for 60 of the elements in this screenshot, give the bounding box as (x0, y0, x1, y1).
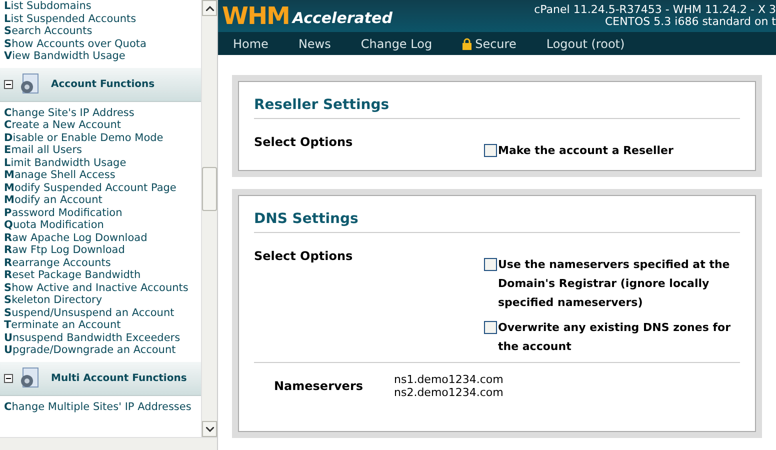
sidebar-link[interactable]: Password Modification (4, 206, 197, 219)
options-label: Select Options (254, 135, 353, 149)
checkbox[interactable] (484, 144, 497, 157)
section-title: Multi Account Functions (51, 372, 187, 386)
nameserver-value: ns1.demo1234.com (394, 373, 504, 386)
option-label: Overwrite any existing DNS zones for the account (498, 320, 732, 355)
version-text: CENTOS 5.3 i686 standard on t (604, 16, 776, 28)
options-label: Select Options (254, 249, 353, 263)
sidebar-link[interactable]: List Subdomains (4, 0, 197, 12)
sidebar-link[interactable]: Raw Ftp Log Download (4, 244, 197, 256)
sidebar-link[interactable]: Modify an Account (4, 194, 197, 206)
section-header[interactable]: Account Functions (0, 68, 201, 102)
down-caret-icon (206, 426, 214, 432)
sidebar-link[interactable]: Unsuspend Bandwidth Exceeders (4, 332, 197, 344)
sidebar-link[interactable]: Suspend/Unsuspend an Account (4, 306, 197, 319)
horizontal-scrollbar[interactable] (0, 437, 217, 450)
scroll-thumb[interactable] (202, 166, 217, 210)
checkbox[interactable] (484, 321, 497, 334)
scroll-down-button[interactable] (202, 421, 217, 437)
nav-link[interactable]: Secure (462, 34, 516, 53)
option-label: Make the account a Reseller (498, 143, 674, 159)
sidebar-link[interactable]: Disable or Enable Demo Mode (4, 132, 197, 144)
sidebar-link[interactable]: Modify Suspended Account Page (4, 182, 197, 194)
lock-icon (462, 38, 472, 50)
section-title: Account Functions (51, 78, 155, 92)
sidebar-link[interactable]: Limit Bandwidth Usage (4, 156, 197, 169)
sidebar-link[interactable]: Show Accounts over Quota (4, 38, 197, 50)
sidebar-link[interactable]: Create a New Account (4, 119, 197, 132)
sidebar-link[interactable]: Change Site's IP Address (4, 106, 197, 119)
nav-link[interactable]: Logout (root) (546, 34, 625, 53)
scroll-up-button[interactable] (202, 0, 217, 16)
logo-text: WHM (222, 4, 290, 28)
sidebar-link[interactable]: Email all Users (4, 144, 197, 156)
nav-link[interactable]: Change Log (360, 34, 432, 53)
sidebar-link[interactable]: List Suspended Accounts (4, 12, 197, 25)
nameserver-value: ns2.demo1234.com (394, 386, 504, 399)
sidebar-link[interactable]: Search Accounts (4, 25, 197, 38)
nameservers-label: Nameservers (274, 379, 364, 393)
sidebar-link[interactable]: Manage Shell Access (4, 169, 197, 182)
sidebar-link[interactable]: Reset Package Bandwidth (4, 269, 197, 282)
panel-title: DNS Settings (254, 211, 358, 227)
sidebar-link[interactable]: Quota Modification (4, 219, 197, 232)
sidebar-link[interactable]: Rearrange Accounts (4, 256, 197, 269)
sidebar-link[interactable]: Upgrade/Downgrade an Account (4, 344, 197, 356)
sidebar-link[interactable]: Raw Apache Log Download (4, 232, 197, 244)
section-header[interactable]: Multi Account Functions (0, 362, 201, 396)
vertical-scrollbar[interactable] (201, 0, 217, 437)
logo-tagline: Accelerated (292, 11, 392, 26)
panel-title: Reseller Settings (254, 97, 390, 113)
sidebar-link[interactable]: View Bandwidth Usage (4, 50, 197, 62)
version-text: cPanel 11.24.5-R37453 - WHM 11.24.2 - X 3 (534, 4, 776, 16)
up-caret-icon (206, 6, 214, 10)
checkbox[interactable] (484, 258, 497, 271)
sidebar-link[interactable]: Skeleton Directory (4, 294, 197, 306)
nav-link[interactable]: News (298, 34, 331, 53)
sidebar-link[interactable]: Terminate an Account (4, 319, 197, 332)
option-label: Use the nameservers specified at the Domain's Registrar (ignore locally specified nameservers) (498, 257, 731, 311)
nav-link[interactable]: Home (233, 34, 268, 53)
sidebar-link[interactable]: Show Active and Inactive Accounts (4, 282, 197, 294)
sidebar-link[interactable]: Change Multiple Sites' IP Addresses (4, 400, 197, 413)
